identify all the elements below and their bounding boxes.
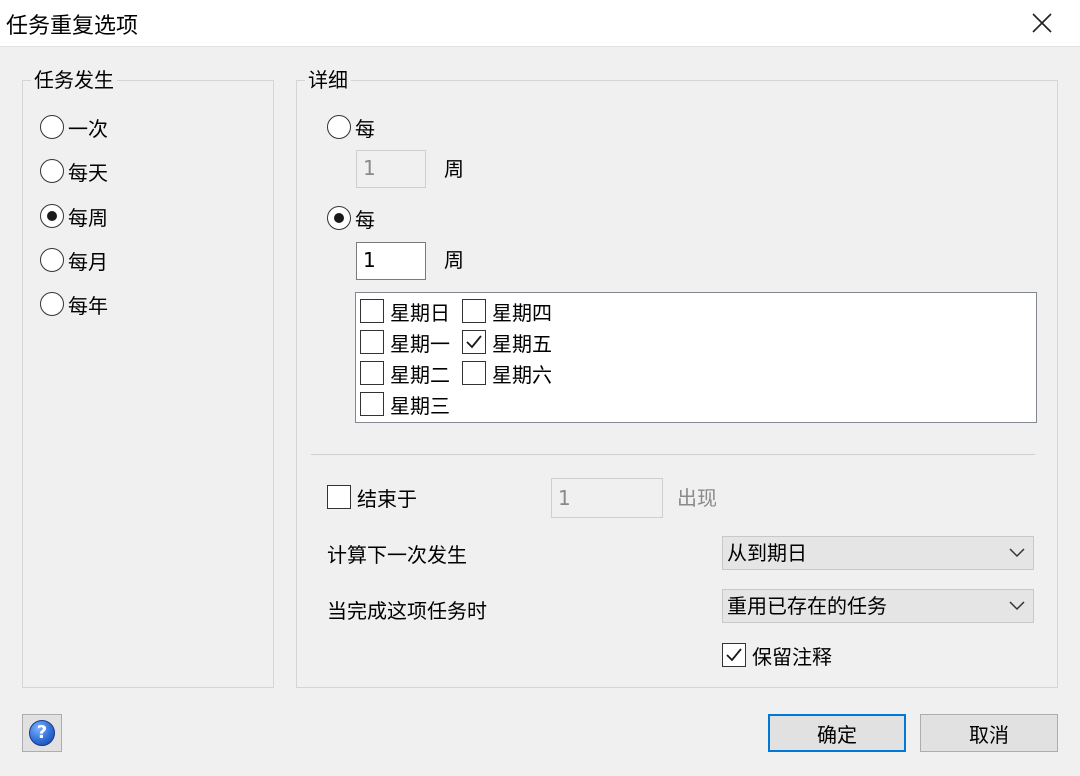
weekday-sunday-checkbox[interactable]: 星期日: [360, 297, 450, 325]
occurrence-radio-monthly[interactable]: 每月: [40, 245, 108, 275]
radio-label: 一次: [68, 116, 108, 141]
radio-circle: [40, 159, 64, 183]
weekday-monday-checkbox[interactable]: 星期一: [360, 328, 450, 356]
checkbox-label: 星期二: [390, 362, 450, 387]
weekday-thursday-checkbox[interactable]: 星期四: [462, 297, 552, 325]
checkbox-box: [360, 361, 384, 385]
dropdown-value: 从到期日: [727, 541, 807, 565]
radio-label: 每: [355, 207, 375, 232]
cancel-button[interactable]: 取消: [920, 714, 1058, 752]
checkbox-label: 星期一: [390, 331, 450, 356]
weekday-tuesday-checkbox[interactable]: 星期二: [360, 359, 450, 387]
interval-b-unit: 周: [444, 248, 464, 272]
dropdown-value: 重用已存在的任务: [727, 594, 887, 618]
end-after-count-input[interactable]: 1: [551, 478, 663, 518]
occurrence-radio-yearly[interactable]: 每年: [40, 289, 108, 319]
checkbox-label: 星期四: [492, 300, 552, 325]
checkbox-label: 结束于: [357, 486, 417, 511]
weekday-wednesday-checkbox[interactable]: 星期三: [360, 390, 450, 418]
radio-label: 每年: [68, 293, 108, 318]
checkbox-label: 星期三: [390, 393, 450, 418]
radio-circle: [40, 292, 64, 316]
close-icon: [1032, 13, 1052, 33]
radio-circle: [327, 115, 351, 139]
details-radio-every-a[interactable]: 每: [327, 112, 375, 142]
weekday-friday-checkbox[interactable]: 星期五: [462, 328, 552, 356]
on-complete-label: 当完成这项任务时: [327, 599, 487, 623]
occurrence-group-legend: 任务发生: [31, 67, 117, 93]
on-complete-dropdown[interactable]: 重用已存在的任务: [722, 589, 1034, 623]
occurrence-radio-once[interactable]: 一次: [40, 112, 108, 142]
checkbox-label: 星期六: [492, 362, 552, 387]
title-bar: 任务重复选项: [0, 0, 1080, 47]
checkbox-box-checked: [722, 643, 746, 667]
radio-label: 每: [355, 116, 375, 141]
checkbox-box: [327, 485, 351, 509]
checkbox-box: [360, 299, 384, 323]
checkmark-icon: [726, 648, 742, 662]
occurrence-radio-daily[interactable]: 每天: [40, 156, 108, 186]
chevron-down-icon: [1009, 601, 1025, 611]
radio-label: 每月: [68, 249, 108, 274]
occurrence-radio-weekly[interactable]: 每周: [40, 201, 108, 231]
ok-button[interactable]: 确定: [768, 714, 906, 752]
checkbox-label: 保留注释: [752, 644, 832, 669]
radio-label: 每周: [68, 205, 108, 230]
details-group-legend: 详细: [305, 67, 351, 93]
end-after-checkbox[interactable]: 结束于: [327, 483, 417, 511]
end-after-unit: 出现: [677, 486, 717, 510]
interval-b-input[interactable]: 1: [356, 242, 426, 280]
details-radio-every-b[interactable]: 每: [327, 203, 375, 233]
radio-circle: [40, 115, 64, 139]
weekday-saturday-checkbox[interactable]: 星期六: [462, 359, 552, 387]
calc-next-dropdown[interactable]: 从到期日: [722, 536, 1034, 570]
radio-circle-selected: [327, 206, 351, 230]
interval-a-input[interactable]: 1: [356, 150, 426, 188]
checkbox-box: [360, 392, 384, 416]
checkmark-icon: [466, 335, 482, 349]
interval-a-unit: 周: [444, 157, 464, 181]
calc-next-label: 计算下一次发生: [327, 543, 467, 567]
radio-circle-selected: [40, 204, 64, 228]
separator: [311, 454, 1035, 455]
checkbox-box: [462, 299, 486, 323]
checkbox-label: 星期五: [492, 331, 552, 356]
window-title: 任务重复选项: [6, 14, 139, 39]
checkbox-label: 星期日: [390, 300, 450, 325]
keep-notes-checkbox[interactable]: 保留注释: [722, 641, 832, 669]
checkbox-box: [462, 361, 486, 385]
weekday-list: 星期日 星期四 星期一 星期五 星期二 星期六 星期三: [355, 292, 1037, 423]
help-button[interactable]: ?: [22, 714, 62, 752]
radio-label: 每天: [68, 160, 108, 185]
checkbox-box-checked: [462, 330, 486, 354]
checkbox-box: [360, 330, 384, 354]
radio-circle: [40, 248, 64, 272]
help-icon: ?: [29, 720, 55, 746]
close-button[interactable]: [1012, 2, 1072, 44]
chevron-down-icon: [1009, 548, 1025, 558]
